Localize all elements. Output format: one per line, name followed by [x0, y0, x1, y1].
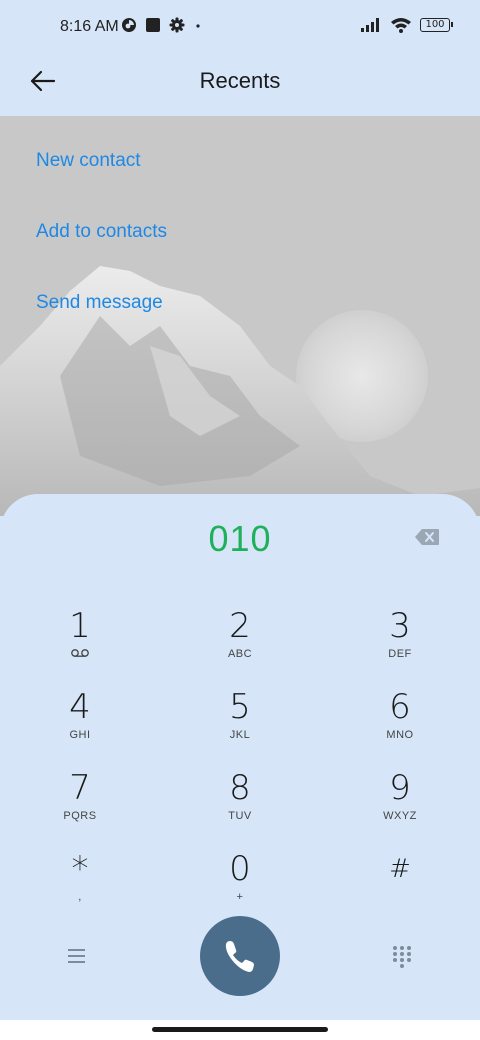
key-letters: WXYZ: [383, 810, 417, 822]
key-letters: DEF: [388, 648, 412, 660]
send-message-link[interactable]: Send message: [36, 292, 163, 314]
keypad-toggle-button[interactable]: [390, 944, 414, 973]
backspace-button[interactable]: [414, 528, 440, 546]
home-handle[interactable]: [152, 1027, 328, 1032]
key-1[interactable]: 1: [20, 608, 140, 678]
key-8[interactable]: 8 TUV: [180, 770, 300, 840]
header: Recents: [0, 56, 480, 116]
key-digit: 7: [69, 768, 91, 808]
key-digit: 9: [389, 768, 411, 808]
signal-icon: [361, 18, 379, 32]
key-letters: MNO: [386, 729, 414, 741]
wifi-icon: [391, 18, 411, 33]
key-digit: 8: [229, 768, 251, 808]
key-letters: ABC: [227, 648, 253, 660]
new-contact-link[interactable]: New contact: [36, 150, 141, 172]
key-digit: #: [389, 854, 411, 884]
key-digit: 0: [229, 849, 251, 889]
voicemail-icon: [71, 649, 89, 657]
wallpaper-area: New contact Add to contacts Send message: [0, 116, 480, 516]
key-6[interactable]: 6 MNO: [340, 689, 460, 759]
key-letters: GHI: [69, 729, 91, 741]
status-bar: 8:16 AM 100: [0, 0, 480, 56]
key-3[interactable]: 3 DEF: [340, 608, 460, 678]
keypad-grid-icon: [393, 946, 411, 968]
navigation-bar: [0, 1020, 480, 1040]
dialpad-panel: 010 1 2 ABC 3 DEF 4 GHI 5 JKL 6 MNO 7 PQ…: [0, 494, 480, 1024]
key-star[interactable]: * ,: [20, 851, 140, 921]
key-letters: ,: [78, 891, 82, 903]
dot-icon: [196, 24, 200, 28]
menu-icon: [68, 949, 85, 963]
call-button[interactable]: [200, 916, 280, 996]
key-digit: 5: [229, 687, 251, 727]
phone-icon: [225, 941, 254, 972]
battery-icon: 100: [420, 18, 453, 32]
key-letters: TUV: [228, 810, 252, 822]
key-letters: +: [236, 891, 244, 903]
key-4[interactable]: 4 GHI: [20, 689, 140, 759]
key-letters: PQRS: [63, 810, 97, 822]
backspace-icon: [415, 529, 439, 545]
key-digit: 1: [69, 606, 91, 646]
dialed-number: 010: [208, 518, 272, 559]
key-0[interactable]: 0 +: [180, 851, 300, 921]
key-digit: 4: [69, 687, 91, 727]
status-icons-right: 100: [360, 17, 453, 33]
status-icons-left: [121, 17, 203, 33]
key-digit: 6: [389, 687, 411, 727]
gear-icon: [169, 17, 185, 33]
data-saver-icon: [122, 18, 136, 32]
key-7[interactable]: 7 PQRS: [20, 770, 140, 840]
key-hash[interactable]: #: [340, 851, 460, 921]
key-digit: 2: [229, 606, 251, 646]
key-digit: *: [71, 849, 89, 889]
key-letters: JKL: [229, 729, 251, 741]
wallpaper-image: [0, 116, 480, 516]
add-to-contacts-link[interactable]: Add to contacts: [36, 221, 167, 243]
status-time: 8:16 AM: [60, 18, 119, 35]
key-2[interactable]: 2 ABC: [180, 608, 300, 678]
key-9[interactable]: 9 WXYZ: [340, 770, 460, 840]
square-app-icon: [146, 18, 160, 32]
key-digit: 3: [389, 606, 411, 646]
menu-button[interactable]: [64, 946, 90, 971]
page-title: Recents: [199, 68, 281, 93]
key-5[interactable]: 5 JKL: [180, 689, 300, 759]
